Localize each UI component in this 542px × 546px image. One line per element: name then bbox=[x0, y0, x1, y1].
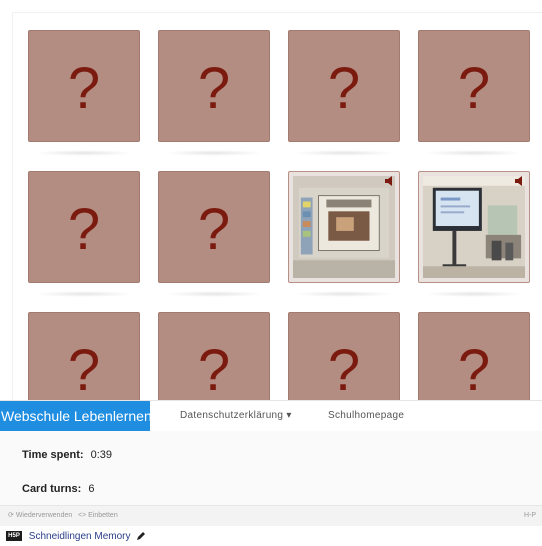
pencil-icon[interactable] bbox=[136, 531, 146, 541]
card-shadow bbox=[164, 150, 264, 156]
memory-card[interactable]: ? bbox=[158, 171, 270, 283]
card-shadow bbox=[34, 291, 134, 297]
site-brand-link[interactable]: Webschule Lebenlernen bbox=[0, 401, 152, 431]
question-mark: ? bbox=[327, 56, 361, 121]
reuse-icon: ⟳ bbox=[8, 512, 14, 519]
h5p-logo-icon: H5P bbox=[6, 531, 22, 542]
card-turns-label: Card turns: bbox=[22, 483, 82, 495]
card-turns-row: Card turns: 6 bbox=[22, 483, 94, 495]
memory-card-flipped[interactable] bbox=[418, 171, 530, 283]
reuse-label: Wiederverwenden bbox=[15, 512, 73, 519]
h5p-about-link[interactable]: H-P bbox=[524, 506, 536, 526]
time-spent-row: Time spent: 0:39 bbox=[22, 449, 112, 461]
reuse-button[interactable]: ⟳ Wiederverwenden bbox=[8, 506, 72, 526]
memory-card[interactable]: ? bbox=[158, 30, 270, 142]
presentation-screen-photo bbox=[293, 176, 395, 278]
nav-item-datenschutz[interactable]: Datenschutzerklärung ▾ bbox=[180, 401, 292, 431]
card-shadow bbox=[424, 150, 524, 156]
content-title-text: Schneidlingen Memory bbox=[28, 531, 131, 542]
question-mark: ? bbox=[197, 56, 231, 121]
question-mark: ? bbox=[457, 338, 491, 403]
time-spent-value: 0:39 bbox=[90, 449, 113, 461]
card-turns-value: 6 bbox=[88, 483, 95, 495]
memory-card[interactable]: ? bbox=[28, 171, 140, 283]
question-mark: ? bbox=[67, 197, 101, 262]
memory-card-flipped[interactable] bbox=[288, 171, 400, 283]
speaker-icon[interactable] bbox=[384, 175, 396, 187]
classroom-whiteboard-photo bbox=[423, 176, 525, 278]
question-mark: ? bbox=[327, 338, 361, 403]
memory-card[interactable]: ? bbox=[28, 30, 140, 142]
card-shadow bbox=[294, 150, 394, 156]
embed-label: Einbetten bbox=[88, 512, 118, 519]
time-spent-label: Time spent: bbox=[22, 449, 84, 461]
site-navbar: Webschule Lebenlernen Datenschutzerkläru… bbox=[0, 400, 542, 432]
embed-icon: <> bbox=[78, 512, 87, 519]
question-mark: ? bbox=[67, 56, 101, 121]
question-mark: ? bbox=[197, 338, 231, 403]
embed-button[interactable]: <> Einbetten bbox=[78, 506, 118, 526]
h5p-action-bar: ⟳ Wiederverwenden <> Einbetten H-P bbox=[0, 505, 542, 526]
question-mark: ? bbox=[457, 56, 491, 121]
card-shadow bbox=[294, 291, 394, 297]
memory-game-board: ? ? ? ? ? ? ? ? ? ? bbox=[12, 12, 542, 424]
card-shadow bbox=[164, 291, 264, 297]
card-shadow bbox=[424, 291, 524, 297]
speaker-icon[interactable] bbox=[514, 175, 526, 187]
game-status-panel: Time spent: 0:39 Card turns: 6 bbox=[0, 431, 542, 505]
nav-item-schulhomepage[interactable]: Schulhomepage bbox=[328, 401, 404, 431]
question-mark: ? bbox=[197, 197, 231, 262]
question-mark: ? bbox=[67, 338, 101, 403]
content-title: H5P Schneidlingen Memory bbox=[6, 531, 146, 545]
memory-card[interactable]: ? bbox=[288, 30, 400, 142]
card-shadow bbox=[34, 150, 134, 156]
memory-card[interactable]: ? bbox=[418, 30, 530, 142]
